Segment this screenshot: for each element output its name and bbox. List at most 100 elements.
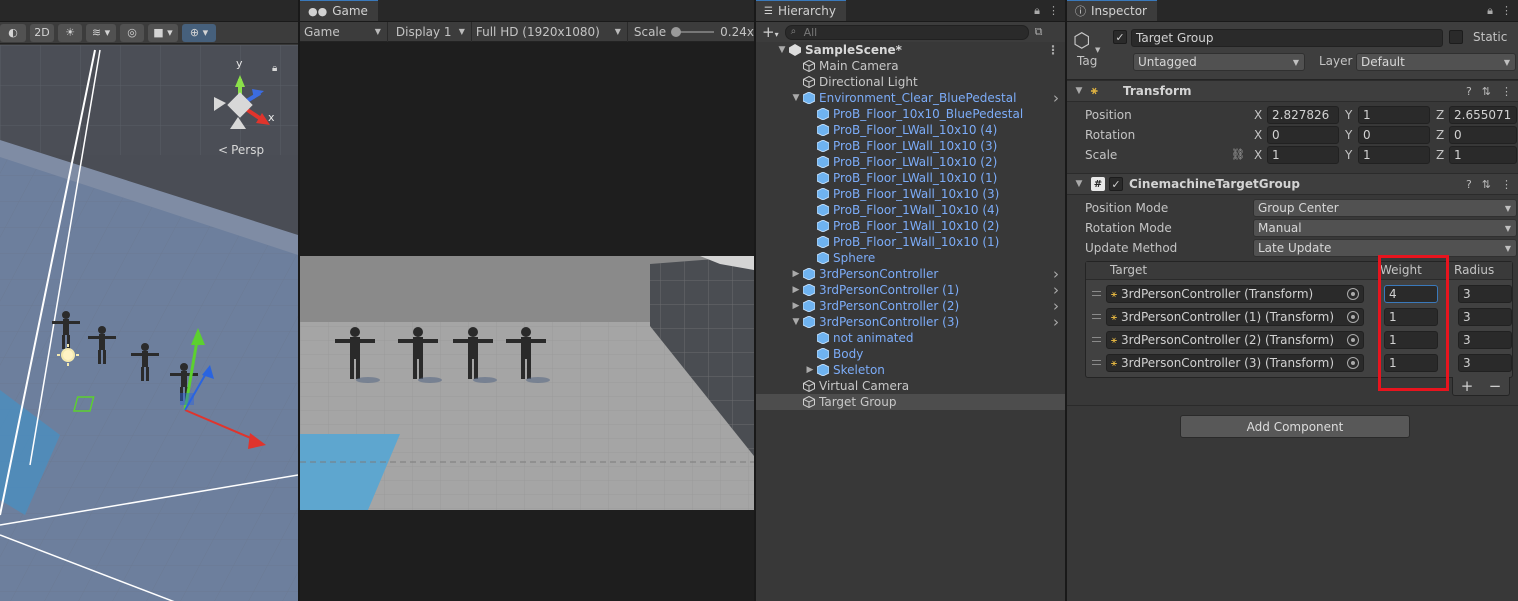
hierarchy-item[interactable]: ▶ 3rdPersonController (2) ›	[756, 297, 1065, 315]
tab-inspector[interactable]: ⓘ Inspector	[1067, 0, 1157, 21]
hierarchy-item[interactable]: Target Group	[756, 394, 1065, 410]
tag-dropdown[interactable]: Untagged ▼	[1133, 53, 1305, 71]
hierarchy-item[interactable]: ▶ 3rdPersonController ›	[756, 265, 1065, 283]
foldout-arrow-icon[interactable]: ▼	[1071, 179, 1087, 189]
camera-settings-icon[interactable]: ■ ▾	[148, 23, 178, 42]
radius-field[interactable]: 3	[1458, 354, 1512, 372]
hierarchy-item[interactable]: ProB_Floor_1Wall_10x10 (1)	[756, 234, 1065, 250]
preset-icon[interactable]: ⇅	[1482, 178, 1491, 191]
target-object-field[interactable]: ⚹ 3rdPersonController (1) (Transform)	[1106, 308, 1364, 326]
static-checkbox[interactable]	[1449, 30, 1463, 44]
preset-icon[interactable]: ⇅	[1482, 85, 1491, 98]
hierarchy-item[interactable]: ProB_Floor_LWall_10x10 (2)	[756, 154, 1065, 170]
hierarchy-item[interactable]: ▼ 3rdPersonController (3) ›	[756, 313, 1065, 331]
radius-field[interactable]: 3	[1458, 331, 1512, 349]
create-button[interactable]: +▾	[762, 23, 779, 41]
layer-dropdown[interactable]: Default ▼	[1356, 53, 1516, 71]
hierarchy-item[interactable]: not animated	[756, 330, 1065, 346]
target-object-field[interactable]: ⚹ 3rdPersonController (3) (Transform)	[1106, 354, 1364, 372]
lock-icon[interactable]: 🔒︎	[1487, 4, 1493, 18]
hierarchy-item[interactable]: Sphere	[756, 250, 1065, 266]
drag-handle-icon[interactable]	[1092, 337, 1101, 342]
visibility-icon[interactable]: ◎	[120, 23, 144, 42]
foldout-arrow-icon[interactable]: ▶	[790, 285, 802, 295]
more-menu-icon[interactable]: ⋮	[1047, 43, 1059, 57]
foldout-arrow-icon[interactable]: ▶	[790, 301, 802, 311]
rotation-y-field[interactable]: 0	[1358, 126, 1430, 144]
target-object-field[interactable]: ⚹ 3rdPersonController (Transform)	[1106, 285, 1364, 303]
gizmos-icon[interactable]: ⊕ ▾	[182, 23, 216, 42]
scene-viewport[interactable]: y x 🔒︎ < Persp	[0, 45, 298, 601]
object-picker-icon[interactable]	[1347, 357, 1359, 369]
add-target-button[interactable]: +	[1461, 377, 1474, 395]
rotation-z-label[interactable]: Z	[1436, 128, 1444, 142]
more-menu-icon[interactable]: ⋮	[1501, 4, 1512, 18]
chevron-right-icon[interactable]: ›	[1053, 89, 1059, 107]
object-picker-icon[interactable]	[1347, 334, 1359, 346]
scale-slider-handle[interactable]	[671, 26, 682, 37]
game-view-dropdown[interactable]: Game ▼	[300, 21, 388, 42]
persp-toggle[interactable]: < Persp	[218, 143, 264, 157]
transform-component-header[interactable]: ▼ ⚹ Transform ? ⇅ ⋮	[1067, 80, 1518, 102]
target-group-component-header[interactable]: ▼ # ✓ CinemachineTargetGroup ? ⇅ ⋮	[1067, 173, 1518, 195]
scene-visibility-icon[interactable]: ⧉	[1035, 25, 1043, 39]
drag-handle-icon[interactable]	[1092, 314, 1101, 319]
radius-field[interactable]: 3	[1458, 308, 1512, 326]
position-x-label[interactable]: X	[1254, 108, 1262, 122]
remove-target-button[interactable]: −	[1489, 377, 1502, 395]
active-checkbox[interactable]: ✓	[1113, 30, 1127, 44]
tab-game[interactable]: ●● Game	[300, 0, 378, 21]
component-enabled-checkbox[interactable]: ✓	[1109, 177, 1123, 191]
hierarchy-search-input[interactable]: ⌕ All	[784, 24, 1029, 40]
rotation-x-field[interactable]: 0	[1267, 126, 1339, 144]
hierarchy-item[interactable]: Virtual Camera	[756, 378, 1065, 394]
rotation-x-label[interactable]: X	[1254, 128, 1262, 142]
position-z-label[interactable]: Z	[1436, 108, 1444, 122]
target-object-field[interactable]: ⚹ 3rdPersonController (2) (Transform)	[1106, 331, 1364, 349]
position-y-label[interactable]: Y	[1345, 108, 1352, 122]
game-viewport[interactable]	[300, 256, 754, 510]
scale-x-field[interactable]: 1	[1267, 146, 1339, 164]
drag-handle-icon[interactable]	[1092, 291, 1101, 296]
position-z-field[interactable]: 2.655071	[1449, 106, 1517, 124]
hierarchy-item[interactable]: ▼ Environment_Clear_BluePedestal ›	[756, 89, 1065, 107]
display-dropdown[interactable]: Display 1 ▼	[388, 21, 472, 42]
scale-y-label[interactable]: Y	[1345, 148, 1352, 162]
hierarchy-item[interactable]: ProB_Floor_10x10_BluePedestal	[756, 106, 1065, 122]
more-menu-icon[interactable]: ⋮	[1501, 85, 1512, 98]
object-name-field[interactable]: Target Group	[1131, 29, 1443, 47]
shading-mode-icon[interactable]: ◐	[0, 23, 26, 42]
foldout-arrow-icon[interactable]: ▼	[1071, 86, 1087, 96]
chevron-right-icon[interactable]: ›	[1053, 313, 1059, 331]
scale-slider[interactable]	[671, 26, 715, 37]
hierarchy-item[interactable]: ProB_Floor_LWall_10x10 (1)	[756, 170, 1065, 186]
more-menu-icon[interactable]: ⋮	[1048, 4, 1059, 18]
object-picker-icon[interactable]	[1347, 311, 1359, 323]
constrain-proportions-icon[interactable]: ⛓︎	[1231, 148, 1245, 161]
foldout-arrow-icon[interactable]: ▼	[790, 317, 802, 327]
hierarchy-item[interactable]: Body	[756, 346, 1065, 362]
resolution-dropdown[interactable]: Full HD (1920x1080) ▼	[472, 21, 628, 42]
rotation-y-label[interactable]: Y	[1345, 128, 1352, 142]
position-x-field[interactable]: 2.827826	[1267, 106, 1339, 124]
hierarchy-item[interactable]: ProB_Floor_1Wall_10x10 (4)	[756, 202, 1065, 218]
tab-hierarchy[interactable]: ☰ Hierarchy	[756, 0, 846, 21]
hierarchy-item[interactable]: ProB_Floor_LWall_10x10 (3)	[756, 138, 1065, 154]
foldout-arrow-icon[interactable]: ▶	[804, 365, 816, 375]
add-component-button[interactable]: Add Component	[1180, 415, 1410, 438]
position-mode-dropdown[interactable]: Group Center ▼	[1253, 199, 1517, 217]
help-icon[interactable]: ?	[1466, 85, 1472, 98]
position-y-field[interactable]: 1	[1358, 106, 1430, 124]
foldout-arrow-icon[interactable]: ▶	[790, 269, 802, 279]
object-picker-icon[interactable]	[1347, 288, 1359, 300]
mode-2d-toggle[interactable]: 2D	[30, 23, 54, 42]
radius-field[interactable]: 3	[1458, 285, 1512, 303]
help-icon[interactable]: ?	[1466, 178, 1472, 191]
audio-effects-icon[interactable]: ≋ ▾	[86, 23, 116, 42]
lock-icon[interactable]: 🔒︎	[272, 63, 277, 74]
hierarchy-item[interactable]: ▶ Skeleton	[756, 362, 1065, 378]
hierarchy-item[interactable]: Directional Light	[756, 74, 1065, 90]
scale-x-label[interactable]: X	[1254, 148, 1262, 162]
scale-z-field[interactable]: 1	[1449, 146, 1517, 164]
foldout-arrow-icon[interactable]: ▼	[790, 93, 802, 103]
